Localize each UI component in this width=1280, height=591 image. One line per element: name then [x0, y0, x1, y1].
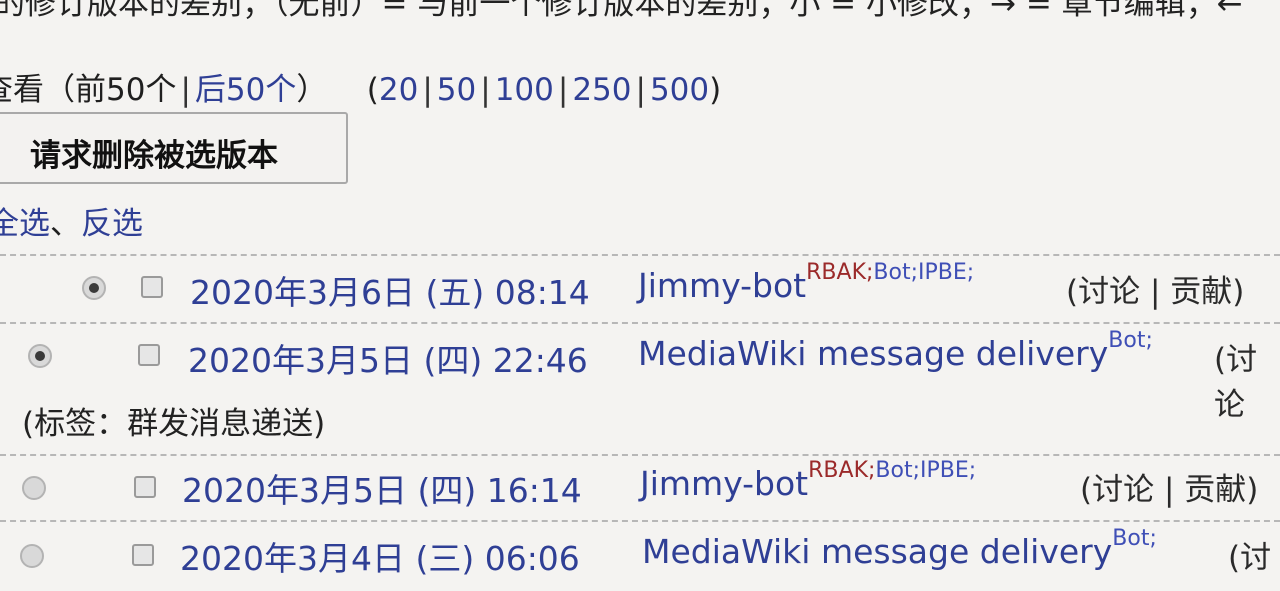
- revision-row: 2020年3月4日 (三) 06:06 MediaWiki message de…: [0, 522, 1280, 591]
- request-delete-selected-button[interactable]: 请求删除被选版本: [0, 112, 348, 184]
- revision-user-link[interactable]: Jimmy-botRBAK;Bot;IPBE;: [638, 260, 974, 305]
- limit-100-link[interactable]: 100: [495, 72, 554, 108]
- limit-500-link[interactable]: 500: [650, 72, 709, 108]
- diff-radio-new[interactable]: [82, 276, 106, 300]
- limit-50-link[interactable]: 50: [437, 72, 476, 108]
- limit-20-link[interactable]: 20: [379, 72, 418, 108]
- revision-row: 2020年3月5日 (四) 22:46 MediaWiki message de…: [0, 324, 1280, 454]
- user-talk-contribs[interactable]: (讨: [1228, 532, 1271, 577]
- request-delete-selected-label: 请求删除被选版本: [30, 138, 278, 174]
- next-50-link[interactable]: 后50个: [195, 72, 296, 108]
- revision-checkbox[interactable]: [141, 276, 163, 298]
- revision-checkbox[interactable]: [132, 544, 154, 566]
- view-label: 查看: [0, 72, 44, 108]
- select-all-link[interactable]: 全选: [0, 206, 50, 242]
- user-talk-contribs[interactable]: (讨论 | 贡献): [1080, 464, 1258, 509]
- selection-controls: 全选、反选: [0, 198, 143, 243]
- pagination-bar: 查看（前50个|后50个） (20|50|100|250|500): [0, 64, 721, 109]
- revision-user-link[interactable]: Jimmy-botRBAK;Bot;IPBE;: [640, 458, 976, 503]
- user-talk-contribs[interactable]: (讨论: [1214, 334, 1280, 424]
- diff-radio[interactable]: [22, 476, 46, 500]
- revision-tag: (标签：群发消息递送): [22, 406, 326, 442]
- revision-date-link[interactable]: 2020年3月6日 (五) 08:14: [190, 266, 590, 314]
- revision-date-link[interactable]: 2020年3月5日 (四) 22:46: [188, 334, 588, 382]
- revision-user-link[interactable]: MediaWiki message deliveryBot;: [642, 526, 1157, 571]
- revision-user-link[interactable]: MediaWiki message deliveryBot;: [638, 328, 1153, 373]
- revision-checkbox[interactable]: [138, 344, 160, 366]
- prev-50-text: 前50个: [75, 72, 177, 108]
- limit-250-link[interactable]: 250: [572, 72, 631, 108]
- diff-radio-new[interactable]: [28, 344, 52, 368]
- user-talk-contribs[interactable]: (讨论 | 贡献): [1066, 266, 1244, 311]
- diff-radio[interactable]: [20, 544, 44, 568]
- revision-date-link[interactable]: 2020年3月5日 (四) 16:14: [182, 464, 582, 512]
- revision-checkbox[interactable]: [134, 476, 156, 498]
- revision-row: 2020年3月5日 (四) 16:14 Jimmy-botRBAK;Bot;IP…: [0, 456, 1280, 522]
- history-legend-text: 的修订版本的差别；（无前）= 与前一个修订版本的差别；小 = 小修改；→ = 章…: [0, 0, 1243, 22]
- invert-selection-link[interactable]: 反选: [81, 206, 143, 242]
- revision-date-link[interactable]: 2020年3月4日 (三) 06:06: [180, 532, 580, 580]
- revision-row: 2020年3月6日 (五) 08:14 Jimmy-botRBAK;Bot;IP…: [0, 256, 1280, 322]
